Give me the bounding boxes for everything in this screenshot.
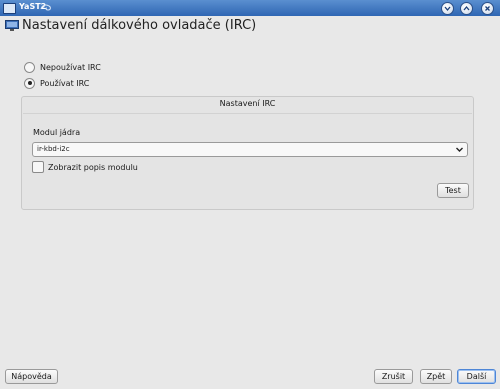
radio-disable-irc-label: Nepoužívat IRC — [40, 62, 101, 72]
chevron-up-icon — [463, 5, 470, 11]
next-button[interactable]: Další — [457, 369, 496, 384]
page-header: Nastavení dálkového ovladače (IRC) — [0, 16, 500, 40]
page-title: Nastavení dálkového ovladače (IRC) — [22, 18, 257, 33]
show-module-description-checkbox[interactable]: Zobrazit popis modulu — [32, 161, 138, 173]
monitor-icon — [5, 20, 19, 31]
minimize-window-button[interactable] — [441, 2, 454, 15]
panel-title: Nastavení IRC — [219, 99, 276, 108]
kernel-module-label: Modul jádra — [33, 128, 81, 137]
kernel-module-value: ir-kbd-i2c — [37, 145, 70, 153]
radio-button[interactable] — [24, 77, 35, 89]
radio-disable-irc[interactable]: Nepoužívat IRC — [24, 61, 101, 73]
monitor-icon — [3, 3, 16, 14]
close-window-button[interactable] — [481, 2, 494, 15]
radio-enable-irc[interactable]: Používat IRC — [24, 77, 89, 89]
chevron-down-icon — [444, 6, 451, 12]
kernel-module-select[interactable]: ir-kbd-i2c — [32, 142, 468, 157]
close-icon — [485, 6, 490, 11]
radio-button[interactable] — [24, 61, 35, 73]
chameleon-icon — [40, 4, 51, 11]
irc-settings-panel: Nastavení IRC Modul jádra ir-kbd-i2c Zob… — [21, 96, 474, 210]
back-button[interactable]: Zpět — [420, 369, 452, 384]
checkbox[interactable] — [32, 161, 44, 173]
show-module-description-label: Zobrazit popis modulu — [48, 162, 138, 172]
test-button[interactable]: Test — [437, 183, 469, 198]
maximize-window-button[interactable] — [460, 2, 473, 15]
radio-enable-irc-label: Používat IRC — [40, 78, 90, 88]
cancel-button[interactable]: Zrušit — [374, 369, 413, 384]
divider — [23, 113, 472, 114]
help-button[interactable]: Nápověda — [5, 369, 58, 384]
chevron-down-icon — [456, 147, 463, 152]
window-titlebar: YaST2 — [0, 0, 500, 16]
